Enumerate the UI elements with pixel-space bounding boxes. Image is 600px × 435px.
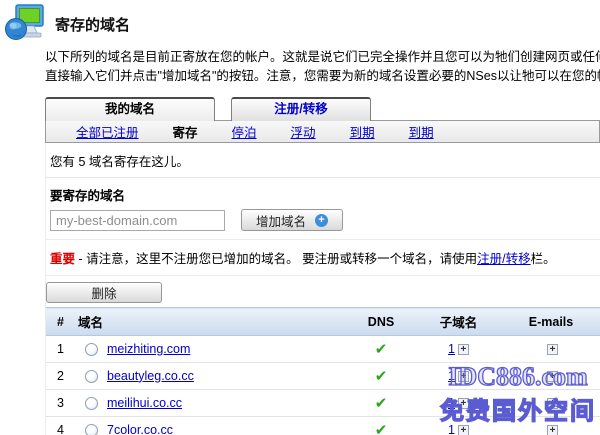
- subdomain-count-link[interactable]: 1: [448, 342, 455, 356]
- warning-emphasis: 重要: [50, 252, 75, 266]
- intro-line-1: 以下所列的域名是目前正寄放在您的帐户。这就是说它们已完全操作并且您可以为牠们创建…: [45, 48, 600, 67]
- subnav-bar: 全部已注册 寄存 停泊 浮动 到期 到期: [45, 120, 600, 143]
- dns-check-icon: ✔: [375, 395, 388, 412]
- tab-register-transfer-label: 注册/转移: [274, 102, 327, 116]
- subdomain-count-link[interactable]: 1: [448, 396, 455, 410]
- domain-link[interactable]: beautyleg.co.cc: [107, 369, 194, 383]
- register-transfer-link[interactable]: 注册/转移: [477, 252, 530, 266]
- domain-radio[interactable]: [85, 424, 98, 435]
- header-emails: E-mails: [501, 308, 600, 336]
- subnav-all-registered[interactable]: 全部已注册: [76, 122, 139, 141]
- emails-expand-plus-icon[interactable]: +: [547, 398, 558, 409]
- domain-radio[interactable]: [85, 397, 98, 410]
- subnav-expired[interactable]: 到期: [409, 122, 434, 141]
- page-header: 寄存的域名: [0, 0, 600, 44]
- table-row: 3 meilihui.co.cc ✔ 1+ +: [46, 390, 600, 417]
- dns-check-icon: ✔: [375, 341, 388, 358]
- domain-radio[interactable]: [85, 343, 98, 356]
- add-domain-button-label: 增加域名: [256, 211, 306, 230]
- hosted-domains-icon: [5, 4, 45, 45]
- add-domain-form: 要寄存的域名 增加域名 +: [46, 178, 600, 240]
- status-text: 您有 5 域名寄存在这儿。: [46, 143, 600, 178]
- domains-table: # 域名 DNS 子域名 E-mails 1 meizhiting.com ✔ …: [46, 307, 600, 435]
- warning-text-before: - 请注意，这里不注册您已增加的域名。 要注册或转移一个域名，请使用: [75, 252, 477, 266]
- emails-expand-plus-icon[interactable]: +: [547, 371, 558, 382]
- table-row: 2 beautyleg.co.cc ✔ 1+ +: [46, 363, 600, 390]
- subdomain-expand-plus-icon[interactable]: +: [458, 425, 469, 435]
- subdomain-expand-plus-icon[interactable]: +: [458, 344, 469, 355]
- table-row: 1 meizhiting.com ✔ 1+ +: [46, 336, 600, 363]
- domain-link[interactable]: 7color.co.cc: [107, 423, 173, 435]
- warning-note: 重要 - 请注意，这里不注册您已增加的域名。 要注册或转移一个域名，请使用注册/…: [46, 240, 600, 276]
- row-number: 4: [46, 417, 76, 435]
- add-domain-button[interactable]: 增加域名 +: [241, 209, 343, 231]
- subnav-expiring[interactable]: 到期: [350, 122, 375, 141]
- tab-my-domains[interactable]: 我的域名: [45, 97, 215, 121]
- domain-link[interactable]: meizhiting.com: [107, 342, 190, 356]
- header-number: #: [46, 308, 76, 336]
- domain-link[interactable]: meilihui.co.cc: [107, 396, 182, 410]
- tab-my-domains-label: 我的域名: [105, 102, 155, 116]
- row-number: 2: [46, 363, 76, 390]
- subdomain-expand-plus-icon[interactable]: +: [458, 398, 469, 409]
- subdomain-count-link[interactable]: 1: [448, 423, 455, 435]
- dns-check-icon: ✔: [375, 422, 388, 435]
- plus-circle-icon: +: [315, 214, 328, 227]
- header-domain: 域名: [76, 308, 346, 336]
- header-dns: DNS: [346, 308, 416, 336]
- subdomain-count-link[interactable]: 1: [448, 369, 455, 383]
- add-domain-label: 要寄存的域名: [50, 183, 596, 209]
- table-row: 4 7color.co.cc ✔ 1+ +: [46, 417, 600, 435]
- dns-check-icon: ✔: [375, 368, 388, 385]
- table-header-row: # 域名 DNS 子域名 E-mails: [46, 308, 600, 336]
- row-number: 1: [46, 336, 76, 363]
- subdomain-expand-plus-icon[interactable]: +: [458, 371, 469, 382]
- row-number: 3: [46, 390, 76, 417]
- page-title: 寄存的域名: [55, 14, 130, 35]
- intro-paragraph: 以下所列的域名是目前正寄放在您的帐户。这就是说它们已完全操作并且您可以为牠们创建…: [45, 48, 600, 86]
- domain-radio[interactable]: [85, 370, 98, 383]
- domain-input[interactable]: [50, 210, 225, 231]
- tab-register-transfer[interactable]: 注册/转移: [231, 97, 371, 121]
- tab-bar: 我的域名 注册/转移: [45, 97, 600, 121]
- subnav-hosted[interactable]: 寄存: [173, 122, 198, 141]
- emails-expand-plus-icon[interactable]: +: [547, 425, 558, 435]
- intro-line-2: 直接输入它们并点击"增加域名"的按钮。注意，您需要为新的域名设置必要的NSes以…: [45, 67, 600, 86]
- subnav-floating[interactable]: 浮动: [291, 122, 316, 141]
- warning-text-after: 栏。: [531, 252, 556, 266]
- subnav-parked[interactable]: 停泊: [232, 122, 257, 141]
- emails-expand-plus-icon[interactable]: +: [547, 344, 558, 355]
- header-subdomains: 子域名: [416, 308, 501, 336]
- delete-button-top[interactable]: 删除: [46, 282, 162, 303]
